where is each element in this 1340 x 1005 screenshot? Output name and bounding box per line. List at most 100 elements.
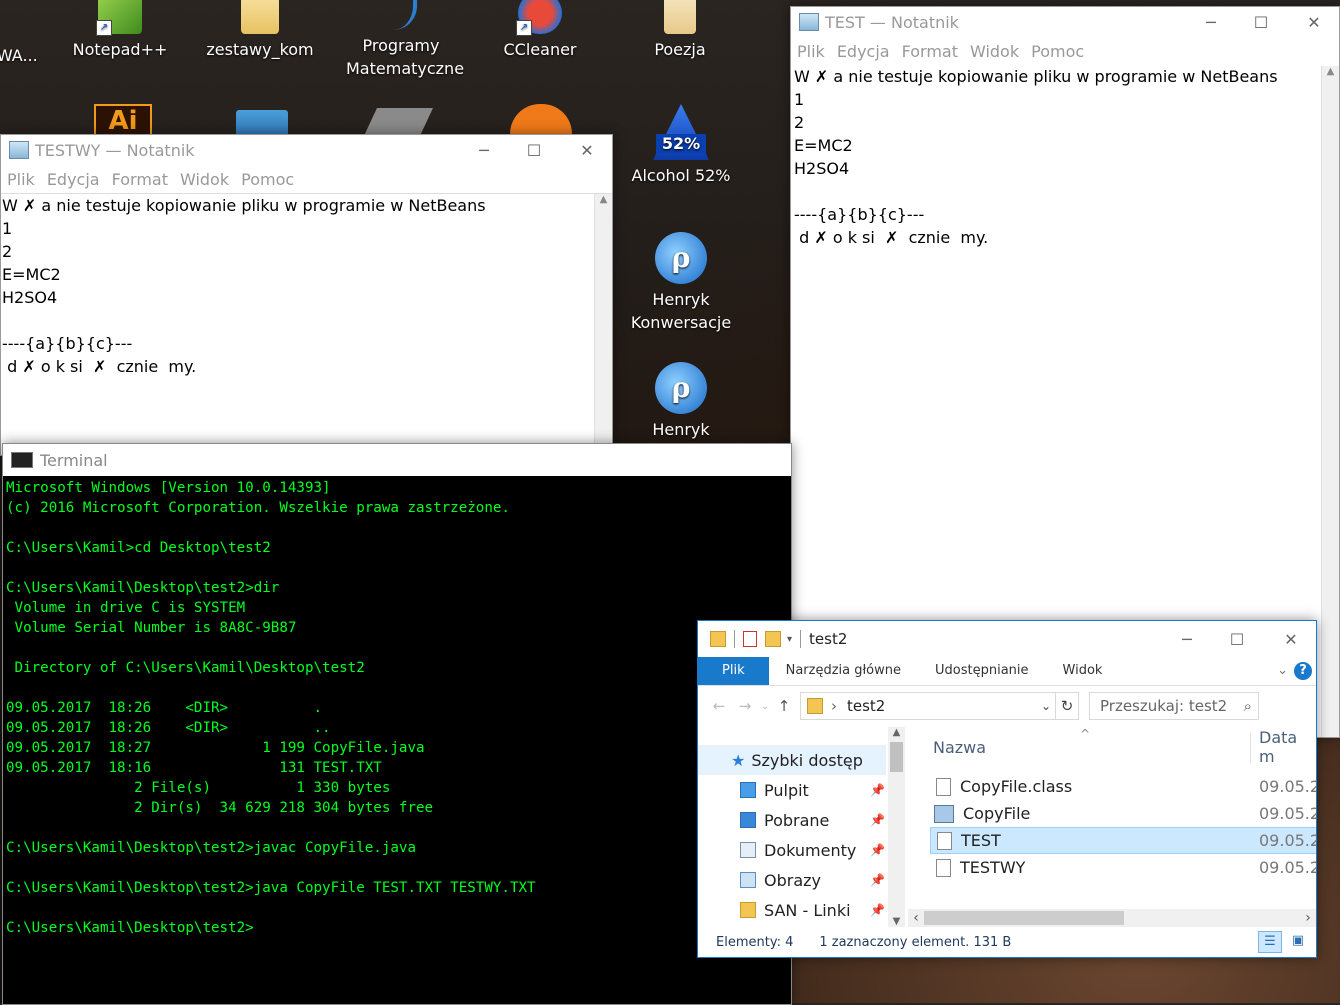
- desktop-icon-henryk[interactable]: ρ Henryk: [626, 362, 736, 441]
- nav-item-pobrane[interactable]: Pobrane 📌: [698, 805, 908, 835]
- tab-narzedzia-glowne[interactable]: Narzędzia główne: [769, 657, 918, 685]
- desktop-icon-owa[interactable]: OWA...: [0, 0, 66, 67]
- pin-icon[interactable]: 📌: [870, 843, 885, 857]
- chevron-down-icon[interactable]: ⌄: [758, 701, 772, 712]
- close-button[interactable]: ✕: [1291, 7, 1337, 37]
- large-icons-view-icon[interactable]: ▣: [1288, 933, 1308, 951]
- tab-plik[interactable]: Plik: [698, 657, 769, 685]
- minimize-button[interactable]: ─: [461, 135, 507, 165]
- henryk-s-icon: ρ: [655, 362, 707, 414]
- nav-item-pulpit[interactable]: Pulpit 📌: [698, 775, 908, 805]
- refresh-button[interactable]: ↻: [1056, 692, 1079, 720]
- up-icon[interactable]: ↑: [772, 697, 796, 715]
- file-row-test[interactable]: TEST 09.05.20: [930, 827, 1316, 854]
- scroll-thumb[interactable]: [890, 742, 903, 772]
- breadcrumb-chevron-icon: ›: [831, 697, 837, 715]
- title-bar[interactable]: TEST — Notatnik ─ ☐ ✕: [791, 7, 1339, 37]
- file-name: TEST: [961, 831, 1001, 850]
- new-folder-icon[interactable]: [765, 631, 781, 647]
- scroll-down-icon[interactable]: ▼: [888, 916, 905, 927]
- pdf-icon: [664, 0, 696, 34]
- file-date: 09.05.20: [1259, 831, 1316, 850]
- menu-pomoc[interactable]: Pomoc: [1031, 42, 1084, 61]
- nav-item-san-linki[interactable]: SAN - Linki 📌: [698, 895, 908, 925]
- file-row-testwy[interactable]: TESTWY 09.05.20: [930, 854, 1316, 881]
- close-button[interactable]: ✕: [564, 135, 610, 165]
- tab-udostepnianie[interactable]: Udostępnianie: [918, 657, 1046, 685]
- nav-label: SAN - Linki: [764, 900, 851, 920]
- vertical-scrollbar[interactable]: ▲: [1321, 66, 1339, 737]
- search-input[interactable]: Przeszukaj: test2 ⌕: [1089, 692, 1259, 720]
- java-file-icon: [934, 804, 954, 823]
- search-icon[interactable]: ⌕: [1244, 697, 1252, 715]
- title-bar[interactable]: ▾ test2 ─ ☐ ✕: [698, 621, 1316, 657]
- chevron-down-icon[interactable]: ⌄: [1271, 657, 1294, 685]
- nav-scrollbar[interactable]: ▲ ▼: [888, 727, 905, 927]
- maximize-button[interactable]: ☐: [511, 135, 557, 165]
- nav-item-obrazy[interactable]: Obrazy 📌: [698, 865, 908, 895]
- folder-icon: [807, 698, 823, 714]
- explorer-window[interactable]: ▾ test2 ─ ☐ ✕ Plik Narzędzia główne Udos…: [697, 620, 1317, 958]
- desktop-icon-programy[interactable]: Programy Matematyczne: [346, 0, 464, 80]
- address-text[interactable]: test2: [847, 697, 885, 715]
- menu-format[interactable]: Format: [902, 42, 958, 61]
- desktop-icon-notepadpp[interactable]: ↗ Notepad++: [65, 0, 175, 61]
- address-bar[interactable]: › test2 ⌄: [800, 692, 1056, 720]
- desktop-icon-henryk-konwersacje[interactable]: ρ Henryk Konwersacje: [626, 232, 736, 334]
- cmd-icon: [11, 452, 33, 468]
- column-data-modyfikacji[interactable]: Data m: [1259, 728, 1316, 766]
- minimize-button[interactable]: ─: [1188, 7, 1234, 37]
- title-bar[interactable]: Terminal: [3, 444, 791, 476]
- scroll-left-icon[interactable]: ‹: [908, 910, 924, 926]
- file-date: 09.05.20: [1259, 858, 1316, 877]
- scroll-right-icon[interactable]: ›: [1300, 910, 1316, 926]
- chevron-down-icon[interactable]: ⌄: [1041, 699, 1051, 713]
- properties-icon[interactable]: [743, 631, 757, 647]
- menu-widok[interactable]: Widok: [970, 42, 1019, 61]
- scroll-thumb[interactable]: [924, 911, 1124, 925]
- terminal-window[interactable]: Terminal Microsoft Windows [Version 10.0…: [2, 443, 792, 1005]
- menu-pomoc[interactable]: Pomoc: [241, 170, 294, 189]
- menu-format[interactable]: Format: [112, 170, 168, 189]
- column-nazwa[interactable]: Nazwa: [933, 738, 986, 757]
- details-view-icon[interactable]: ☰: [1258, 931, 1282, 953]
- scroll-up-icon[interactable]: ▲: [1322, 66, 1339, 77]
- terminal-output[interactable]: Microsoft Windows [Version 10.0.14393] (…: [3, 476, 791, 1004]
- menu-edycja[interactable]: Edycja: [47, 170, 100, 189]
- menu-plik[interactable]: Plik: [7, 170, 35, 189]
- maximize-button[interactable]: ☐: [1238, 7, 1284, 37]
- file-list[interactable]: Nazwa ^ Data m CopyFile.class 09.05.20 C…: [908, 727, 1316, 927]
- vertical-scrollbar[interactable]: ▲: [594, 194, 612, 455]
- desktop-icon-alcohol[interactable]: 52% Alcohol 52%: [626, 104, 736, 187]
- back-icon[interactable]: ←: [706, 697, 732, 715]
- menu-plik[interactable]: Plik: [797, 42, 825, 61]
- desktop-icon-poezja[interactable]: Poezja: [625, 0, 735, 61]
- maximize-button[interactable]: ☐: [1214, 621, 1260, 657]
- help-icon[interactable]: ?: [1294, 662, 1312, 680]
- text-area[interactable]: W ✗ a nie testuje kopiowanie pliku w pro…: [1, 193, 612, 455]
- scroll-up-icon[interactable]: ▲: [888, 727, 905, 738]
- pin-icon[interactable]: 📌: [870, 903, 885, 917]
- menu-edycja[interactable]: Edycja: [837, 42, 890, 61]
- navigation-pane[interactable]: ★ Szybki dostęp Pulpit 📌 Pobrane 📌 Dokum…: [698, 727, 908, 927]
- pin-icon[interactable]: 📌: [870, 783, 885, 797]
- title-bar[interactable]: TESTWY — Notatnik ─ ☐ ✕: [1, 135, 612, 165]
- nav-item-dokumenty[interactable]: Dokumenty 📌: [698, 835, 908, 865]
- pin-icon[interactable]: 📌: [870, 813, 885, 827]
- scroll-up-icon[interactable]: ▲: [595, 194, 612, 205]
- minimize-button[interactable]: ─: [1164, 621, 1210, 657]
- forward-icon[interactable]: →: [732, 697, 758, 715]
- close-button[interactable]: ✕: [1268, 621, 1314, 657]
- notepad-testwy-window[interactable]: TESTWY — Notatnik ─ ☐ ✕ Plik Edycja Form…: [0, 134, 613, 456]
- file-row-copyfile-class[interactable]: CopyFile.class 09.05.20: [930, 773, 1316, 800]
- desktop-icon-zestawy-kom[interactable]: zestawy_kom: [205, 0, 315, 61]
- nav-item-szybki-dostep[interactable]: ★ Szybki dostęp: [698, 745, 886, 775]
- shortcut-arrow-icon: ↗: [96, 20, 112, 36]
- pin-icon[interactable]: 📌: [870, 873, 885, 887]
- chevron-down-icon[interactable]: ▾: [787, 634, 792, 645]
- tab-widok[interactable]: Widok: [1046, 657, 1120, 685]
- desktop-icon-ccleaner[interactable]: ↗ CCleaner: [485, 0, 595, 61]
- menu-widok[interactable]: Widok: [180, 170, 229, 189]
- horizontal-scrollbar[interactable]: ‹ ›: [908, 909, 1316, 927]
- file-row-copyfile[interactable]: CopyFile 09.05.20: [930, 800, 1316, 827]
